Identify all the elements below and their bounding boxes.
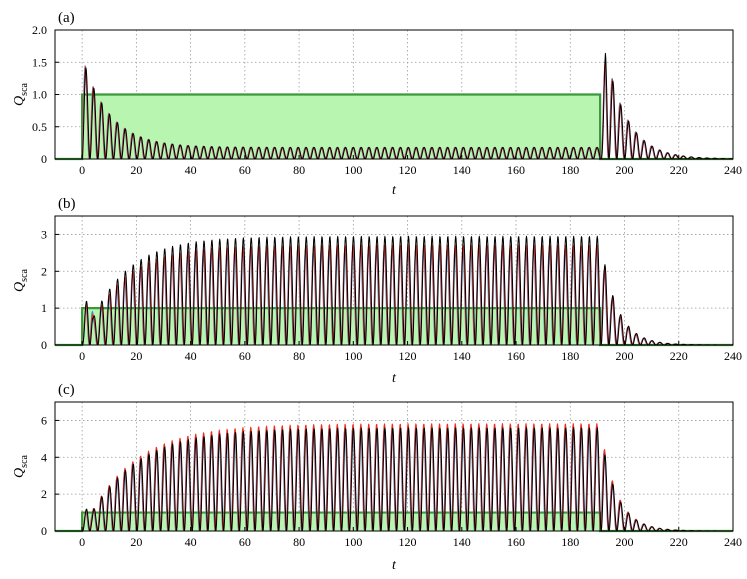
y-axis-label: Qsca (12, 454, 30, 477)
x-tick-label: 160 (507, 349, 525, 363)
x-tick-label: 180 (561, 535, 579, 549)
x-tick-label: 60 (239, 163, 251, 177)
panel-1: 0 20 40 60 80 100 120 140 160 180 200 220 240 0 0.5 1.0… (12, 10, 742, 198)
x-tick-label: 20 (130, 163, 142, 177)
y-tick-label: 1.5 (32, 55, 47, 69)
panel-label: (c) (58, 382, 75, 398)
x-tick-label: 240 (724, 349, 742, 363)
x-tick-label: 60 (239, 535, 251, 549)
x-tick-label: 140 (453, 163, 471, 177)
x-tick-label: 200 (616, 535, 634, 549)
x-tick-label: 80 (293, 349, 305, 363)
x-tick-label: 220 (670, 535, 688, 549)
x-tick-label: 0 (79, 163, 85, 177)
x-axis-label: t (392, 183, 397, 198)
panel-3: 0 20 40 60 80 100 120 140 160 180 200 220 240 0 2 4 6 t Qs… (12, 382, 742, 573)
y-tick-label: 2.0 (32, 23, 47, 37)
x-tick-label: 60 (239, 349, 251, 363)
x-tick-label: 20 (130, 349, 142, 363)
x-tick-label: 100 (344, 349, 362, 363)
panel-label: (b) (58, 196, 76, 212)
x-tick-label: 80 (293, 163, 305, 177)
y-tick-label: 1.0 (32, 88, 47, 102)
x-tick-label: 120 (399, 349, 417, 363)
y-tick-label: 0.5 (32, 120, 47, 134)
x-tick-label: 120 (399, 163, 417, 177)
x-tick-label: 120 (399, 535, 417, 549)
x-tick-label: 0 (79, 535, 85, 549)
x-tick-label: 200 (616, 349, 634, 363)
y-axis-label: Qsca (12, 82, 30, 105)
x-tick-label: 160 (507, 535, 525, 549)
y-tick-label: 4 (41, 450, 47, 464)
y-tick-label: 1 (41, 301, 47, 315)
x-tick-label: 0 (79, 349, 85, 363)
x-tick-label: 220 (670, 163, 688, 177)
panel-2: 0 20 40 60 80 100 120 140 160 180 200 220 240 0 1 2 3 t Qs… (12, 196, 742, 386)
x-tick-label: 180 (561, 163, 579, 177)
y-tick-label: 2 (41, 487, 47, 501)
y-tick-label: 3 (41, 227, 47, 241)
figure: 0 20 40 60 80 100 120 140 160 180 200 220 24000.51.0… (12, 10, 742, 573)
x-tick-label: 200 (616, 163, 634, 177)
x-tick-label: 100 (344, 535, 362, 549)
x-tick-label: 220 (670, 349, 688, 363)
x-tick-label: 160 (507, 163, 525, 177)
y-tick-label: 0 (41, 152, 47, 166)
x-tick-label: 180 (561, 349, 579, 363)
panel-label: (a) (58, 10, 75, 26)
x-tick-label: 40 (185, 163, 197, 177)
x-tick-label: 100 (344, 163, 362, 177)
x-tick-label: 240 (724, 163, 742, 177)
y-tick-label: 6 (41, 413, 47, 427)
x-axis-label: t (392, 371, 397, 386)
x-tick-label: 40 (185, 349, 197, 363)
x-tick-label: 140 (453, 349, 471, 363)
y-tick-label: 0 (41, 338, 47, 352)
x-tick-label: 140 (453, 535, 471, 549)
x-axis-label: t (392, 558, 397, 573)
x-tick-label: 80 (293, 535, 305, 549)
x-tick-label: 20 (130, 535, 142, 549)
y-tick-label: 0 (41, 524, 47, 538)
y-axis-label: Qsca (12, 268, 30, 291)
x-tick-label: 40 (185, 535, 197, 549)
y-tick-label: 2 (41, 264, 47, 278)
x-tick-label: 240 (724, 535, 742, 549)
